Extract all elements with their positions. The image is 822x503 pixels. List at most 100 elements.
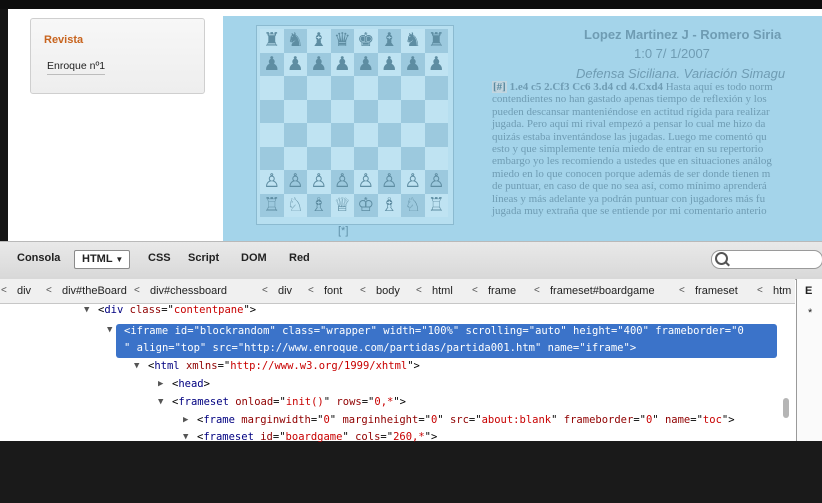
attr-value[interactable]: http://www.w3.org/1999/xhtml (230, 360, 407, 372)
board-square[interactable] (354, 123, 378, 147)
breadcrumb-item[interactable]: div (278, 285, 292, 297)
board-square[interactable] (354, 146, 378, 170)
board-square[interactable] (354, 99, 378, 123)
chess-piece-square[interactable]: ♟ (377, 52, 401, 76)
board-square[interactable] (283, 146, 307, 170)
attr-value[interactable]: auto (535, 325, 560, 337)
board-square[interactable] (283, 76, 307, 100)
breadcrumb-item[interactable]: div (17, 285, 31, 297)
attr-value[interactable]: 0 (646, 414, 652, 426)
chess-piece-square[interactable]: ♙ (401, 170, 425, 194)
chess-piece-square[interactable]: ♖ (260, 193, 284, 217)
collapse-triangle-icon[interactable]: ▼ (158, 397, 163, 407)
chess-piece-square[interactable]: ♙ (354, 170, 378, 194)
board-square[interactable] (330, 146, 354, 170)
board-square[interactable] (424, 146, 448, 170)
breadcrumb-item[interactable]: body (376, 285, 400, 297)
tab-html[interactable]: HTML ▼ (74, 250, 131, 269)
attr-value[interactable]: wrapper (326, 325, 370, 337)
board-square[interactable] (307, 123, 331, 147)
chess-piece-square[interactable]: ♛ (330, 29, 354, 53)
attr-value[interactable]: toc (703, 414, 722, 426)
board-square[interactable] (377, 123, 401, 147)
position-tag[interactable]: [#] (492, 81, 507, 93)
tree-node-frame[interactable]: <frame marginwidth="0" marginheight="0" … (197, 414, 735, 426)
scrollbar-thumb[interactable] (783, 398, 789, 418)
board-square[interactable] (401, 123, 425, 147)
chess-piece-square[interactable]: ♟ (424, 52, 448, 76)
chess-piece-square[interactable]: ♙ (283, 170, 307, 194)
chess-piece-square[interactable]: ♟ (260, 52, 284, 76)
tab-css[interactable]: CSS (148, 252, 171, 264)
chess-piece-square[interactable]: ♟ (307, 52, 331, 76)
board-square[interactable] (283, 99, 307, 123)
devtools-search-input[interactable] (711, 250, 822, 269)
board-square[interactable] (330, 99, 354, 123)
breadcrumb-item[interactable]: frameset#boardgame (550, 285, 655, 297)
tree-node-frameset[interactable]: <frameset onload="init()" rows="0,*"> (172, 396, 406, 408)
board-square[interactable] (330, 76, 354, 100)
chess-piece-square[interactable]: ♙ (330, 170, 354, 194)
board-square[interactable] (354, 76, 378, 100)
tab-red[interactable]: Red (289, 252, 310, 264)
attr-value[interactable]: http://www.enroque.com/partidas/partida0… (244, 342, 535, 354)
board-caption[interactable]: [*] (338, 225, 348, 237)
chess-piece-square[interactable]: ♘ (283, 193, 307, 217)
tree-node-iframe-selected[interactable]: <iframe id="blockrandom" class="wrapper"… (116, 324, 777, 358)
breadcrumb-item[interactable]: frame (488, 285, 516, 297)
chess-piece-square[interactable]: ♟ (330, 52, 354, 76)
breadcrumb-item[interactable]: htm (773, 285, 791, 297)
board-square[interactable] (424, 123, 448, 147)
board-square[interactable] (377, 76, 401, 100)
tree-node-div[interactable]: <div class="contentpane"> (98, 304, 256, 316)
chess-piece-square[interactable]: ♕ (330, 193, 354, 217)
chess-piece-square[interactable]: ♜ (424, 29, 448, 53)
chevron-down-icon[interactable]: ▼ (115, 255, 123, 264)
board-square[interactable] (330, 123, 354, 147)
board-square[interactable] (424, 99, 448, 123)
expand-triangle-icon[interactable]: ▶ (183, 415, 188, 425)
breadcrumb-item[interactable]: div#chessboard (150, 285, 227, 297)
chess-piece-square[interactable]: ♝ (307, 29, 331, 53)
chess-piece-square[interactable]: ♙ (307, 170, 331, 194)
chess-piece-square[interactable]: ♞ (283, 29, 307, 53)
board-square[interactable] (401, 146, 425, 170)
board-square[interactable] (401, 76, 425, 100)
chess-piece-square[interactable]: ♗ (307, 193, 331, 217)
chess-piece-square[interactable]: ♟ (401, 52, 425, 76)
attr-value[interactable]: boardgame (286, 431, 343, 443)
board-square[interactable] (377, 99, 401, 123)
board-square[interactable] (283, 123, 307, 147)
side-panel-tab[interactable]: E (805, 285, 812, 297)
chess-piece-square[interactable]: ♞ (401, 29, 425, 53)
breadcrumb-item[interactable]: font (324, 285, 342, 297)
expand-triangle-icon[interactable]: ▶ (158, 379, 163, 389)
attr-value[interactable]: 260,* (393, 431, 425, 443)
chess-piece-square[interactable]: ♘ (401, 193, 425, 217)
breadcrumb-item[interactable]: html (432, 285, 453, 297)
board-square[interactable] (260, 123, 284, 147)
html-tree-scrollbar[interactable] (781, 370, 791, 503)
chess-piece-square[interactable]: ♔ (354, 193, 378, 217)
attr-value[interactable]: 100% (428, 325, 453, 337)
tab-consola[interactable]: Consola (17, 252, 60, 264)
tab-dom[interactable]: DOM (241, 252, 267, 264)
breadcrumb-item[interactable]: div#theBoard (62, 285, 127, 297)
attr-value[interactable]: init() (286, 396, 324, 408)
collapse-triangle-icon[interactable]: ▼ (134, 361, 139, 371)
chess-piece-square[interactable]: ♙ (377, 170, 401, 194)
attr-value[interactable]: 0 (323, 414, 329, 426)
chess-piece-square[interactable]: ♝ (377, 29, 401, 53)
chess-piece-square[interactable]: ♟ (283, 52, 307, 76)
board-square[interactable] (401, 99, 425, 123)
attr-value[interactable]: 400 (624, 325, 643, 337)
sidebar-link-enroque[interactable]: Enroque nº1 (47, 60, 106, 75)
attr-value[interactable]: contentpane (174, 304, 244, 316)
tab-script[interactable]: Script (188, 252, 219, 264)
chess-piece-square[interactable]: ♚ (354, 29, 378, 53)
chess-piece-square[interactable]: ♜ (260, 29, 284, 53)
chess-piece-square[interactable]: ♙ (424, 170, 448, 194)
attr-value[interactable]: 0 (737, 325, 743, 337)
attr-value[interactable]: 0 (431, 414, 437, 426)
chess-piece-square[interactable]: ♙ (260, 170, 284, 194)
